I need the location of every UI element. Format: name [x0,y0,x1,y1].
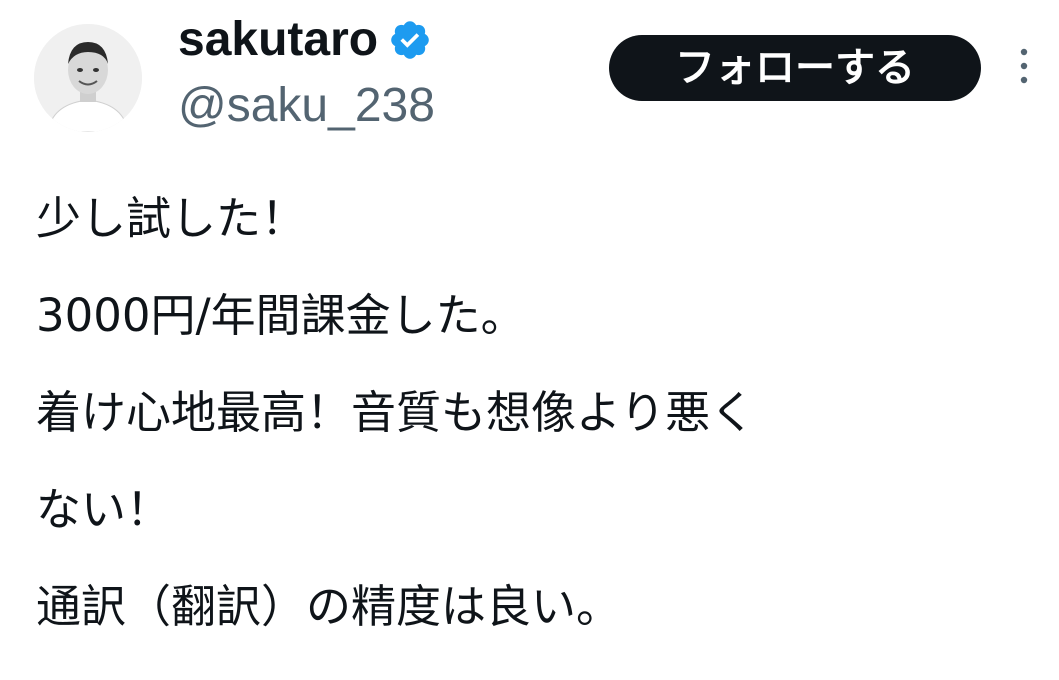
follow-button[interactable]: フォローする [609,35,981,101]
tweet-text-line: 着け心地最高！音質も想像より悪く [36,386,756,439]
avatar-image [34,24,142,132]
tweet-text-line: 3000円/年間課金した。 [36,289,526,342]
author-name-row: sakutaro [178,10,432,70]
author-display-name[interactable]: sakutaro [178,10,378,70]
author-avatar[interactable] [34,24,142,132]
author-handle[interactable]: @saku_238 [178,76,435,136]
tweet-card: sakutaro @saku_238 フォローする 少し試した！ 3000円/年… [0,0,1059,680]
tweet-body: 少し試した！ 3000円/年間課金した。 着け心地最高！音質も想像より悪く ない… [36,170,1046,655]
tweet-text-line: 少し試した！ [36,192,307,245]
verified-badge-icon[interactable] [388,18,432,62]
tweet-text-line: ない！ [36,483,172,536]
tweet-text-line: 通訳（翻訳）の精度は良い。 [36,580,622,633]
more-options-icon[interactable] [1010,44,1038,88]
